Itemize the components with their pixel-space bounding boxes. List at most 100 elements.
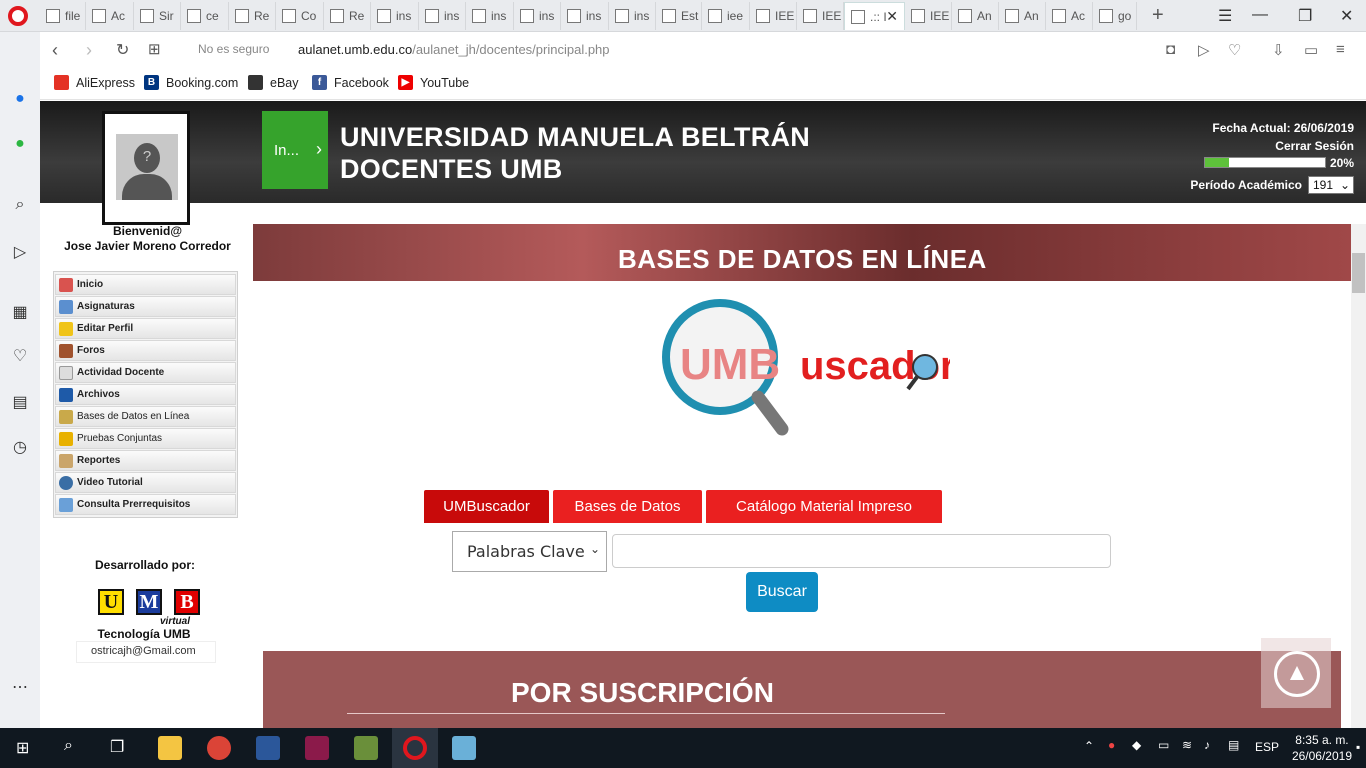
- file-explorer-icon[interactable]: [158, 736, 182, 760]
- forward-icon[interactable]: ›: [86, 40, 92, 61]
- browser-tab[interactable]: ins: [419, 2, 466, 30]
- menu-toggle-button[interactable]: In... ›: [262, 111, 328, 189]
- bookmark-youtube[interactable]: ▶ YouTube: [398, 75, 469, 90]
- logout-link[interactable]: Cerrar Sesión: [1212, 137, 1354, 155]
- menu-item-asignaturas[interactable]: Asignaturas: [55, 296, 236, 317]
- menu-item-editar-perfil[interactable]: Editar Perfil: [55, 318, 236, 339]
- winrar-icon[interactable]: [305, 736, 329, 760]
- browser-tab[interactable]: Co: [276, 2, 324, 30]
- browser-tab[interactable]: ins: [371, 2, 419, 30]
- opera-taskbar-icon[interactable]: [403, 736, 427, 760]
- notes-icon[interactable]: [452, 736, 476, 760]
- bookmark-aliexpress[interactable]: AliExpress: [54, 75, 135, 90]
- history-icon[interactable]: ◷: [10, 437, 30, 457]
- battery-icon[interactable]: ▭: [1158, 738, 1169, 752]
- search-button[interactable]: Buscar: [746, 572, 818, 612]
- scrollbar-thumb[interactable]: [1352, 253, 1365, 293]
- browser-tab[interactable]: ins: [561, 2, 609, 30]
- tab-umbuscador[interactable]: UMBuscador: [424, 490, 549, 523]
- tab-catalogo[interactable]: Catálogo Material Impreso: [706, 490, 942, 523]
- back-icon[interactable]: ‹: [52, 40, 58, 61]
- download-icon[interactable]: ⇩: [1272, 41, 1285, 59]
- reload-icon[interactable]: ↻: [116, 40, 129, 60]
- browser-tab[interactable]: Re: [229, 2, 276, 30]
- menu-item-reportes[interactable]: Reportes: [55, 450, 236, 471]
- period-select[interactable]: 191 ⌄: [1308, 176, 1354, 194]
- send-icon[interactable]: ▷: [10, 242, 30, 262]
- message-icon[interactable]: ▤: [1228, 738, 1239, 752]
- windows-start-icon[interactable]: ⊞: [16, 738, 29, 758]
- new-tab-icon[interactable]: +: [1152, 4, 1164, 27]
- menu-item-video[interactable]: Video Tutorial: [55, 472, 236, 493]
- clock[interactable]: 8:35 a. m. 26/06/2019: [1292, 732, 1352, 764]
- tab-favicon-icon: [567, 9, 581, 23]
- search-input[interactable]: [612, 534, 1111, 568]
- whatsapp-icon[interactable]: ●: [10, 135, 30, 155]
- browser-tab[interactable]: ins: [466, 2, 514, 30]
- maximize-icon[interactable]: ❐: [1298, 6, 1312, 26]
- speed-dial-icon[interactable]: ▦: [10, 302, 30, 322]
- url-field[interactable]: aulanet.umb.edu.co/aulanet_jh/docentes/p…: [298, 42, 610, 57]
- menu-item-foros[interactable]: Foros: [55, 340, 236, 361]
- browser-tab[interactable]: ins: [514, 2, 561, 30]
- browser-tab[interactable]: Re: [324, 2, 371, 30]
- browser-tab[interactable]: IEE: [797, 2, 844, 30]
- browser-tab[interactable]: .:: I ✕: [844, 2, 905, 30]
- browser-tab[interactable]: file: [40, 2, 86, 30]
- menu-item-bases-datos[interactable]: Bases de Datos en Línea: [55, 406, 236, 427]
- browser-tab[interactable]: IEE: [905, 2, 952, 30]
- camera-icon[interactable]: ◘: [1166, 41, 1175, 58]
- security-label[interactable]: No es seguro: [198, 42, 269, 56]
- back-to-top-button[interactable]: ▲: [1261, 638, 1331, 708]
- word-icon[interactable]: [256, 736, 280, 760]
- messenger-icon[interactable]: ●: [10, 90, 30, 110]
- wifi-icon[interactable]: ≋: [1182, 738, 1192, 752]
- menu-item-actividad-docente[interactable]: Actividad Docente: [55, 362, 236, 383]
- menu-item-inicio[interactable]: Inicio: [55, 274, 236, 295]
- browser-tab[interactable]: An: [952, 2, 999, 30]
- flow-icon[interactable]: ▷: [1198, 41, 1210, 59]
- menu-item-prerrequisitos[interactable]: Consulta Prerrequisitos: [55, 494, 236, 515]
- news-icon[interactable]: ▤: [10, 392, 30, 412]
- browser-tab[interactable]: Ac: [86, 2, 134, 30]
- bookmark-ebay[interactable]: eBay: [248, 75, 299, 90]
- tray-app-icon[interactable]: ●: [1108, 738, 1115, 752]
- search-icon[interactable]: ⌕: [10, 196, 30, 216]
- chevron-up-icon[interactable]: ⌃: [1084, 739, 1094, 753]
- browser-tab[interactable]: IEE: [750, 2, 797, 30]
- search-type-select[interactable]: Palabras Clave ⌄: [452, 531, 607, 572]
- browser-tab[interactable]: go: [1093, 2, 1137, 30]
- menu-item-archivos[interactable]: Archivos: [55, 384, 236, 405]
- battery-icon[interactable]: ▭: [1304, 41, 1318, 59]
- browser-tab[interactable]: ce: [181, 2, 229, 30]
- opera-icon[interactable]: [8, 6, 28, 26]
- notifications-icon[interactable]: ▪: [1356, 740, 1360, 754]
- browser-tab[interactable]: Est: [656, 2, 702, 30]
- task-view-icon[interactable]: ❐: [110, 737, 124, 757]
- dropbox-icon[interactable]: ◆: [1132, 738, 1141, 752]
- bookmark-heart-icon[interactable]: ♡: [1228, 41, 1241, 59]
- tab-menu-icon[interactable]: ☰: [1218, 6, 1232, 26]
- volume-icon[interactable]: ♪: [1204, 738, 1210, 752]
- scrollbar[interactable]: [1351, 224, 1366, 728]
- browser-tab[interactable]: iee: [702, 2, 750, 30]
- close-tab-icon[interactable]: ✕: [886, 8, 898, 25]
- chrome-icon[interactable]: [207, 736, 231, 760]
- search-icon[interactable]: ⌕: [64, 737, 73, 755]
- settings-icon[interactable]: ≡: [1336, 41, 1345, 58]
- menu-item-pruebas[interactable]: Pruebas Conjuntas: [55, 428, 236, 449]
- bookmark-facebook[interactable]: f Facebook: [312, 75, 389, 90]
- browser-tab[interactable]: Sir: [134, 2, 181, 30]
- browser-tab[interactable]: Ac: [1046, 2, 1093, 30]
- app-icon[interactable]: [354, 736, 378, 760]
- bookmark-booking[interactable]: B Booking.com: [144, 75, 238, 90]
- more-icon[interactable]: ⋯: [10, 677, 30, 697]
- tabs-grid-icon[interactable]: ⊞: [148, 40, 161, 58]
- tab-bases-datos[interactable]: Bases de Datos: [553, 490, 702, 523]
- close-window-icon[interactable]: ✕: [1340, 6, 1353, 26]
- browser-tab[interactable]: An: [999, 2, 1046, 30]
- heart-icon[interactable]: ♡: [10, 346, 30, 366]
- minimize-icon[interactable]: —: [1252, 6, 1268, 24]
- language-indicator[interactable]: ESP: [1255, 740, 1279, 754]
- browser-tab[interactable]: ins: [609, 2, 656, 30]
